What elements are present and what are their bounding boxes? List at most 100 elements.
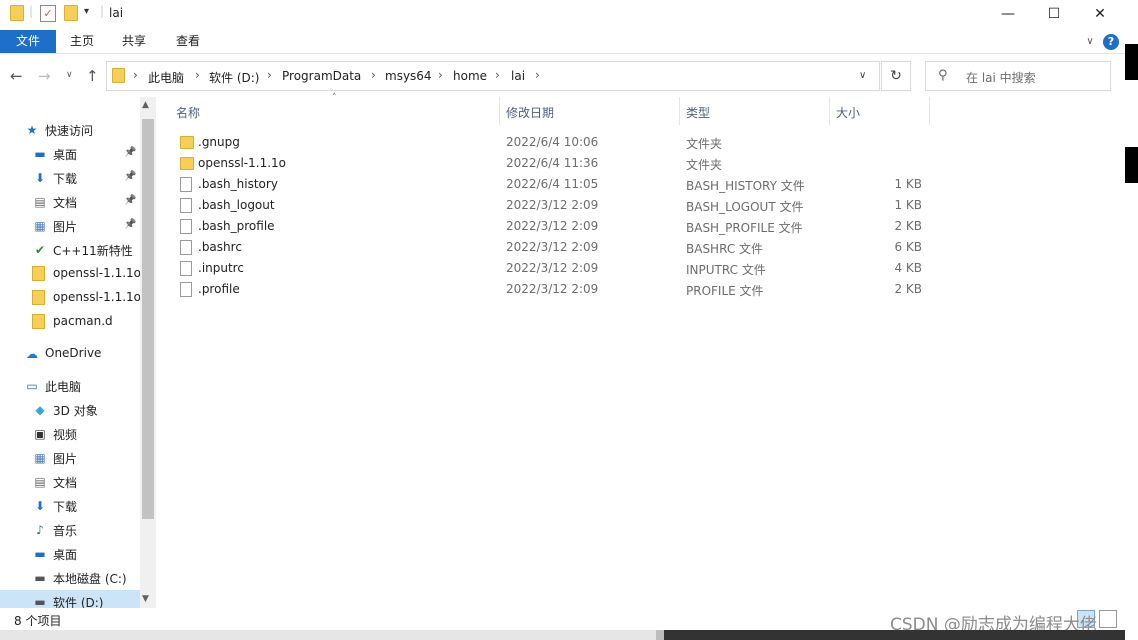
sidebar-item[interactable]: ✔ C++11新特性 <box>0 238 140 262</box>
sidebar-item[interactable]: ▭ 此电脑 <box>0 374 140 398</box>
sidebar-item[interactable]: ⬇ 下载 📌 <box>0 166 140 190</box>
desktop-edge <box>0 630 1138 640</box>
sidebar-item[interactable]: ▤ 文档 <box>0 470 140 494</box>
table-row[interactable]: .inputrc 2022/3/12 2:09 INPUTRC 文件 4 KB <box>160 258 930 279</box>
minimize-button[interactable]: — <box>985 0 1031 28</box>
table-row[interactable]: .gnupg 2022/6/4 10:06 文件夹 <box>160 132 930 153</box>
sidebar-item[interactable]: ⬇ 下载 <box>0 494 140 518</box>
table-row[interactable]: openssl-1.1.1o 2022/6/4 11:36 文件夹 <box>160 153 930 174</box>
sidebar-item[interactable]: ▣ 视频 <box>0 422 140 446</box>
breadcrumb-separator[interactable]: › <box>438 68 443 82</box>
folder-icon <box>112 68 125 83</box>
tab-file[interactable]: 文件 <box>0 30 56 53</box>
help-icon[interactable]: ? <box>1103 34 1119 50</box>
recent-locations-icon[interactable]: ∨ <box>66 70 73 80</box>
sidebar-item[interactable]: ♪ 音乐 <box>0 518 140 542</box>
sidebar-item[interactable]: ▬ 软件 (D:) <box>0 590 140 608</box>
sidebar-item[interactable]: openssl-1.1.1o <box>0 262 140 286</box>
sidebar-item[interactable]: ☁ OneDrive <box>0 342 140 366</box>
file-type: BASH_HISTORY 文件 <box>686 179 805 193</box>
breadcrumb-this-pc[interactable]: 此电脑 <box>148 69 184 86</box>
sidebar-item[interactable]: ★ 快速访问 <box>0 118 140 142</box>
refresh-button[interactable]: ↻ <box>881 61 911 91</box>
table-row[interactable]: .bashrc 2022/3/12 2:09 BASHRC 文件 6 KB <box>160 237 930 258</box>
properties-icon[interactable]: ✓ <box>40 5 56 22</box>
table-row[interactable]: .bash_profile 2022/3/12 2:09 BASH_PROFILE … <box>160 216 930 237</box>
column-header-date[interactable]: 修改日期 <box>506 104 554 121</box>
file-name: .bash_logout <box>198 198 275 212</box>
tab-view[interactable]: 查看 <box>166 30 210 53</box>
file-list: 名称 ˄ 修改日期 类型 大小 .gnupg 2022/6/4 10:06 文件夹 o… <box>160 93 1125 608</box>
sidebar-item[interactable]: ◆ 3D 对象 <box>0 398 140 422</box>
up-button[interactable]: ↑ <box>86 67 99 85</box>
sidebar-item-label: 图片 <box>53 452 78 466</box>
file-icon <box>180 219 192 234</box>
tab-home[interactable]: 主页 <box>60 30 104 53</box>
sidebar-item[interactable]: pacman.d <box>0 310 140 334</box>
column-divider[interactable] <box>679 97 680 125</box>
breadcrumb-home[interactable]: home <box>453 69 487 83</box>
maximize-button[interactable]: ☐ <box>1031 0 1077 28</box>
new-folder-icon[interactable] <box>64 5 78 21</box>
sidebar-item[interactable]: ▤ 文档 📌 <box>0 190 140 214</box>
customize-toolbar-icon[interactable]: ▾ <box>84 6 89 24</box>
file-date: 2022/3/12 2:09 <box>506 282 599 296</box>
desktop-icon: ▬ <box>34 147 46 161</box>
background-strip <box>1125 44 1138 80</box>
column-header-size[interactable]: 大小 <box>836 104 860 121</box>
table-row[interactable]: .profile 2022/3/12 2:09 PROFILE 文件 2 KB <box>160 279 930 300</box>
column-divider[interactable] <box>499 97 500 125</box>
file-name: .bashrc <box>198 240 242 254</box>
address-bar[interactable]: › 此电脑 › 软件 (D:) › ProgramData › msys64 ›… <box>106 61 880 91</box>
breadcrumb-programdata[interactable]: ProgramData <box>282 69 361 83</box>
scroll-down-icon[interactable]: ▼ <box>142 594 149 604</box>
breadcrumb-separator[interactable]: › <box>371 68 376 82</box>
column-header-name[interactable]: 名称 <box>176 104 200 121</box>
sidebar-item-label: openssl-1.1.1o <box>53 290 140 304</box>
sidebar-item[interactable]: ▬ 桌面 <box>0 542 140 566</box>
breadcrumb-drive-d[interactable]: 软件 (D:) <box>209 69 259 86</box>
breadcrumb-separator[interactable]: › <box>267 68 272 82</box>
sidebar-item-label: 音乐 <box>53 524 78 538</box>
table-row[interactable]: .bash_history 2022/6/4 11:05 BASH_HISTORY … <box>160 174 930 195</box>
search-box[interactable]: ⚲ 在 lai 中搜索 <box>925 61 1111 91</box>
tab-share[interactable]: 共享 <box>112 30 156 53</box>
large-icons-view-button[interactable] <box>1099 610 1117 628</box>
column-header-type[interactable]: 类型 <box>686 104 710 121</box>
breadcrumb-separator[interactable]: › <box>195 68 200 82</box>
file-date: 2022/6/4 11:36 <box>506 156 599 170</box>
sidebar-item-label: 下载 <box>53 500 78 514</box>
sidebar-item-label: C++11新特性 <box>53 244 133 258</box>
breadcrumb-separator[interactable]: › <box>535 68 540 82</box>
file-date: 2022/6/4 10:06 <box>506 135 599 149</box>
file-size: 6 KB <box>894 240 922 254</box>
breadcrumb-lai[interactable]: lai <box>511 69 525 83</box>
table-row[interactable]: .bash_logout 2022/3/12 2:09 BASH_LOGOUT 文件… <box>160 195 930 216</box>
back-button[interactable]: ← <box>10 67 23 85</box>
file-type: PROFILE 文件 <box>686 284 764 298</box>
column-divider[interactable] <box>929 97 930 125</box>
breadcrumb-msys64[interactable]: msys64 <box>385 69 432 83</box>
folder-icon <box>10 5 24 21</box>
folder-icon <box>32 314 45 329</box>
column-divider[interactable] <box>829 97 830 125</box>
scrollbar-thumb[interactable] <box>142 119 154 519</box>
sidebar-item-label: pacman.d <box>53 314 113 328</box>
folder-icon <box>180 157 194 170</box>
nav-pane-scrollbar[interactable]: ▲ ▼ <box>140 97 156 608</box>
sidebar-item[interactable]: ▬ 桌面 📌 <box>0 142 140 166</box>
breadcrumb-separator[interactable]: › <box>133 68 138 82</box>
file-size: 2 KB <box>894 219 922 233</box>
scroll-up-icon[interactable]: ▲ <box>142 100 149 110</box>
sidebar-item[interactable]: ▦ 图片 📌 <box>0 214 140 238</box>
breadcrumb-separator[interactable]: › <box>495 68 500 82</box>
sidebar-item[interactable]: openssl-1.1.1o <box>0 286 140 310</box>
file-icon <box>180 177 192 192</box>
ribbon-expand-icon[interactable]: ∨ <box>1082 30 1098 53</box>
close-button[interactable]: ✕ <box>1077 0 1123 28</box>
forward-button[interactable]: → <box>38 67 51 85</box>
sidebar-item[interactable]: ▬ 本地磁盘 (C:) <box>0 566 140 590</box>
sidebar-item[interactable]: ▦ 图片 <box>0 446 140 470</box>
file-size: 4 KB <box>894 261 922 275</box>
address-dropdown-icon[interactable]: ∨ <box>859 70 866 81</box>
